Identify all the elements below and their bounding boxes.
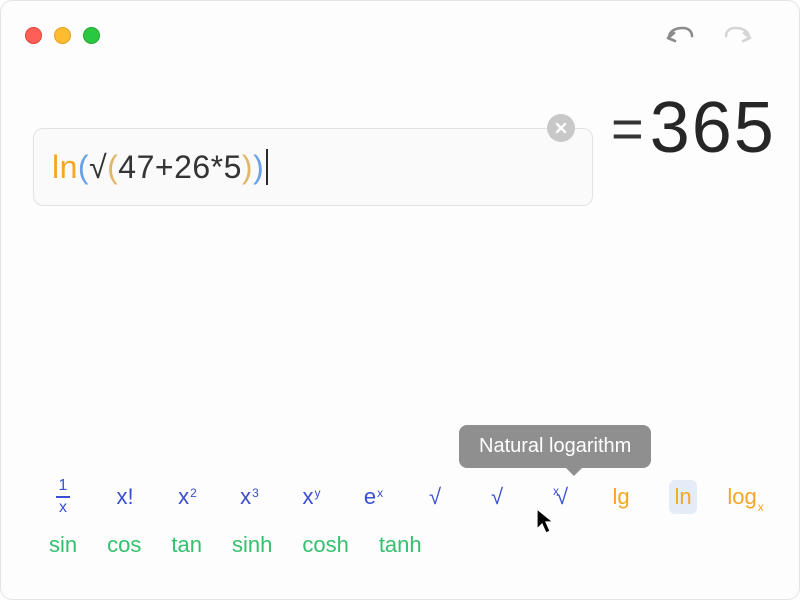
equals-sign: = <box>611 96 644 161</box>
minimize-window-button[interactable] <box>54 27 71 44</box>
fn-tanh[interactable]: tanh <box>379 532 422 558</box>
function-pad: Natural logarithm 1 x x! x2 x3 xy ex <box>1 473 799 599</box>
titlebar <box>1 1 799 51</box>
fn-log-base[interactable]: logx <box>731 484 759 510</box>
zoom-window-button[interactable] <box>83 27 100 44</box>
traffic-lights <box>25 27 100 44</box>
undo-button[interactable] <box>665 24 695 46</box>
token-open-paren-inner: ( <box>107 149 118 186</box>
recip-den: x <box>59 500 67 516</box>
fn-sinh[interactable]: sinh <box>232 532 272 558</box>
clear-input-button[interactable] <box>547 114 575 142</box>
fn-sqrt[interactable]: √ <box>421 484 449 510</box>
redo-button[interactable] <box>723 24 753 46</box>
fn-factorial[interactable]: x! <box>111 484 139 510</box>
close-window-button[interactable] <box>25 27 42 44</box>
fn-sin[interactable]: sin <box>49 532 77 558</box>
token-ln: ln <box>52 149 78 186</box>
tooltip-natural-log: Natural logarithm <box>459 425 651 468</box>
calculator-window: ln(√(47+26*5)) = 365 Natural logarithm 1… <box>0 0 800 600</box>
fn-cosh[interactable]: cosh <box>302 532 348 558</box>
tooltip-text: Natural logarithm <box>479 435 631 457</box>
fn-reciprocal[interactable]: 1 x <box>49 478 77 516</box>
calculation-row: ln(√(47+26*5)) = 365 <box>1 51 799 169</box>
result-value: 365 <box>650 87 776 169</box>
recip-num: 1 <box>59 478 68 494</box>
fraction-bar-icon <box>56 496 70 498</box>
text-cursor <box>266 149 268 185</box>
function-row-1: 1 x x! x2 x3 xy ex √ √ x√ lg <box>49 473 751 521</box>
token-inner-expr: 47+26*5 <box>118 149 242 186</box>
token-close-paren-inner: ) <box>242 149 253 186</box>
fn-lg[interactable]: lg <box>607 484 635 510</box>
fn-ln[interactable]: ln <box>669 480 697 514</box>
token-open-paren-outer: ( <box>78 149 89 186</box>
fn-nth-root[interactable]: x√ <box>545 484 573 510</box>
fn-sqrt-alt[interactable]: √ <box>483 484 511 510</box>
token-close-paren-outer: ) <box>253 149 264 186</box>
function-row-2: sin cos tan sinh cosh tanh <box>49 521 751 569</box>
token-sqrt: √ <box>89 149 107 186</box>
fn-exp[interactable]: ex <box>359 484 387 510</box>
fn-square[interactable]: x2 <box>173 484 201 510</box>
history-controls <box>665 24 775 46</box>
fn-cos[interactable]: cos <box>107 532 141 558</box>
expression-display[interactable]: ln(√(47+26*5)) <box>33 128 593 206</box>
fn-power[interactable]: xy <box>297 484 325 510</box>
fn-cube[interactable]: x3 <box>235 484 263 510</box>
fn-tan[interactable]: tan <box>171 532 202 558</box>
